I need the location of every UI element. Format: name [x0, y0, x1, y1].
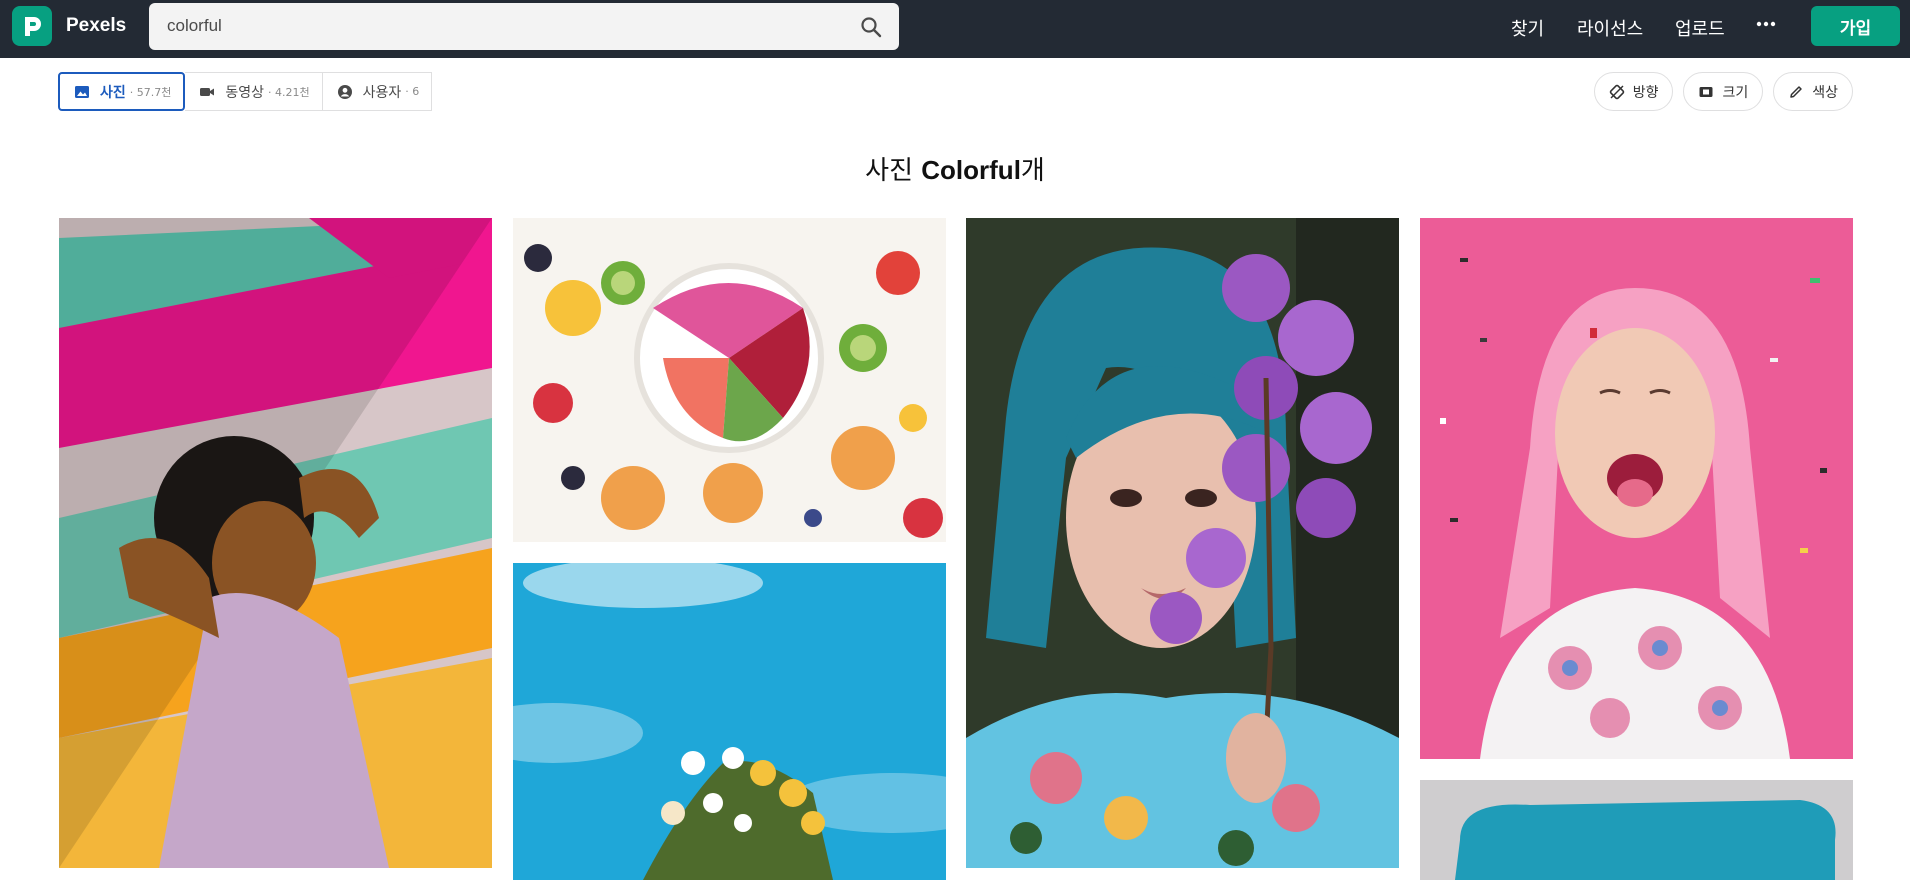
top-navbar: Pexels colorful 찾기 라이선스 업로드 가입 — [0, 0, 1910, 58]
tab-videos[interactable]: 동영상 · 4.21천 — [185, 72, 323, 111]
nav-explore-link[interactable]: 찾기 — [1511, 15, 1544, 41]
nav-license-link[interactable]: 라이선스 — [1577, 15, 1643, 41]
photo-sky-flowers[interactable] — [513, 563, 946, 880]
tab-users-count: · 6 — [405, 85, 420, 98]
size-filter-label: 크기 — [1722, 84, 1749, 101]
tab-photos[interactable]: 사진 · 57.7천 — [58, 72, 186, 111]
search-icon[interactable] — [859, 15, 883, 39]
brand-name[interactable]: Pexels — [66, 15, 126, 37]
media-type-tabs: 사진 · 57.7천 동영상 · 4.21천 사용자 · 6 — [58, 72, 433, 111]
search-input-value[interactable]: colorful — [167, 16, 222, 36]
page-title-prefix: 사진 — [865, 156, 922, 186]
tab-videos-count: · 4.21천 — [268, 85, 310, 99]
more-menu-icon[interactable] — [1756, 14, 1776, 39]
photo-woman-color-stripes[interactable] — [59, 218, 492, 868]
pencil-icon — [1790, 85, 1802, 98]
nav-upload-link[interactable]: 업로드 — [1675, 15, 1725, 41]
color-filter-button[interactable]: 색상 — [1773, 72, 1853, 111]
join-button[interactable]: 가입 — [1811, 6, 1900, 46]
page-title-suffix: 개 — [1020, 156, 1045, 186]
page-title: 사진 Colorful개 — [0, 150, 1910, 187]
tab-videos-label: 동영상 — [225, 84, 265, 101]
tab-photos-count: · 57.7천 — [129, 85, 172, 99]
page-title-query: Colorful — [921, 155, 1021, 185]
photo-teal-paint[interactable] — [1420, 780, 1853, 880]
size-filter-button[interactable]: 크기 — [1683, 72, 1764, 111]
orientation-filter-button[interactable]: 방향 — [1593, 72, 1674, 111]
orientation-icon — [1609, 84, 1624, 99]
filter-bar: 방향 크기 색상 — [1593, 72, 1853, 111]
photo-teal-hair-woman[interactable] — [966, 218, 1399, 868]
tab-photos-label: 사진 — [100, 84, 126, 101]
color-filter-label: 색상 — [1812, 84, 1838, 101]
photo-pink-hair-confetti[interactable] — [1420, 218, 1853, 759]
image-icon — [75, 85, 89, 98]
search-input[interactable]: colorful — [149, 3, 899, 50]
tab-users[interactable]: 사용자 · 6 — [322, 72, 433, 111]
orientation-filter-label: 방향 — [1632, 84, 1659, 101]
photo-fruit-bowl[interactable] — [513, 218, 946, 542]
video-icon — [200, 87, 215, 96]
tab-users-label: 사용자 — [362, 84, 402, 101]
user-icon — [337, 84, 352, 99]
pexels-logo-icon[interactable] — [12, 6, 52, 46]
size-icon — [1699, 86, 1713, 97]
